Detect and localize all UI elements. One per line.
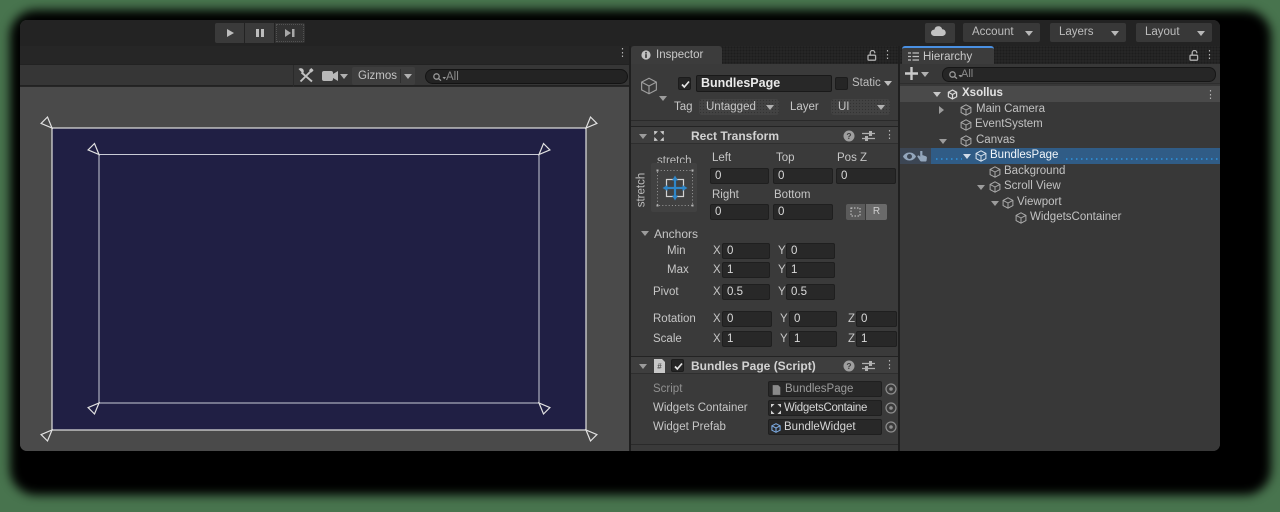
svg-text:?: ?	[846, 361, 851, 371]
svg-text:#: #	[657, 362, 662, 371]
svg-text:?: ?	[846, 131, 851, 141]
